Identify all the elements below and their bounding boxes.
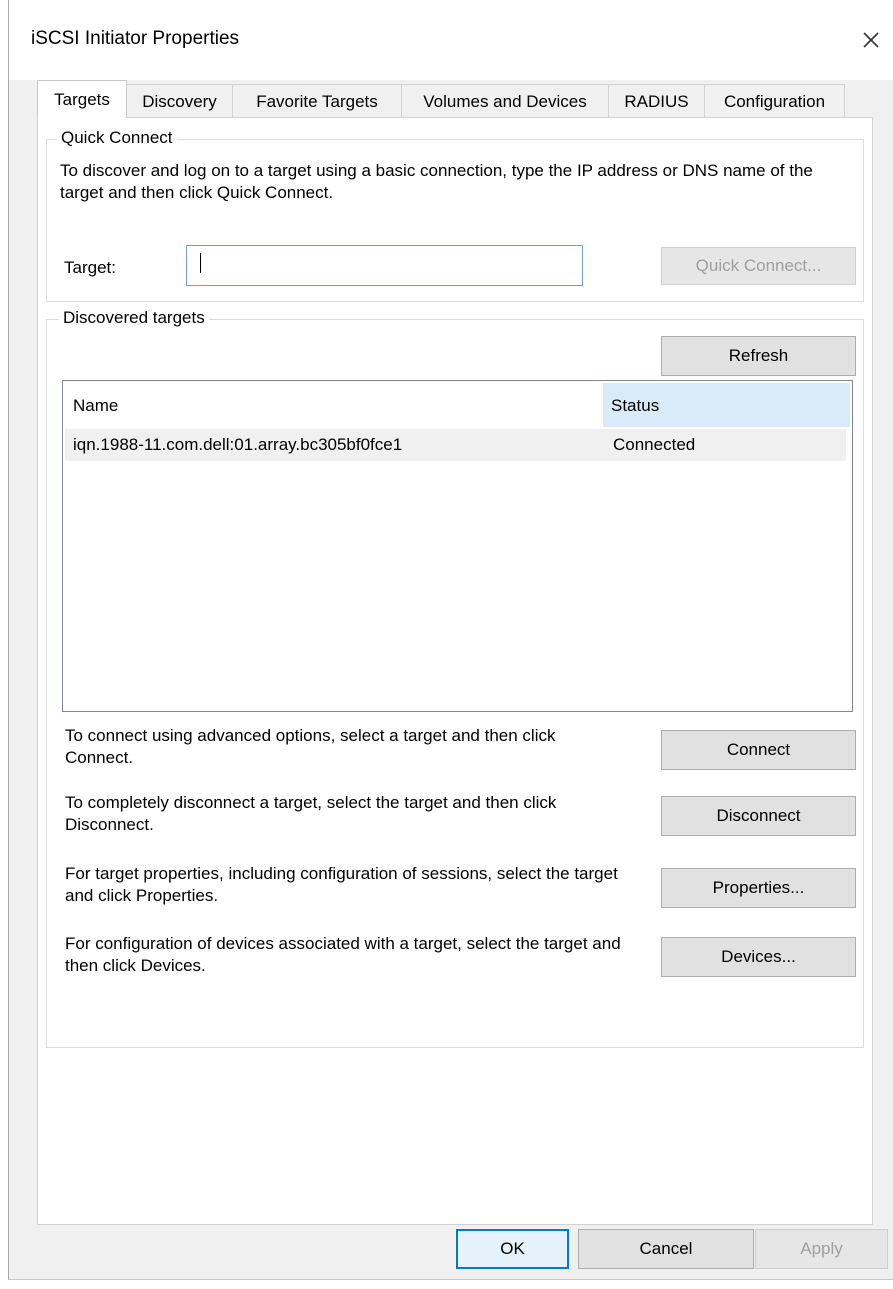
properties-button[interactable]: Properties... [661, 868, 856, 908]
apply-button[interactable]: Apply [755, 1229, 888, 1269]
disconnect-button[interactable]: Disconnect [661, 796, 856, 836]
refresh-button[interactable]: Refresh [661, 336, 856, 376]
column-header-status[interactable]: Status [603, 383, 850, 427]
disconnect-instructions: To completely disconnect a target, selec… [65, 793, 557, 834]
devices-instructions: For configuration of devices associated … [65, 934, 621, 975]
tab-volumes-and-devices[interactable]: Volumes and Devices [401, 84, 609, 117]
window-title: iSCSI Initiator Properties [31, 28, 240, 49]
tab-discovery[interactable]: Discovery [126, 84, 233, 117]
quick-connect-instructions: To discover and log on to a target using… [60, 161, 813, 202]
text-caret [200, 253, 201, 273]
target-status-cell: Connected [613, 435, 696, 454]
cancel-button[interactable]: Cancel [578, 1229, 754, 1269]
close-button[interactable] [853, 22, 889, 58]
target-input-wrapper [186, 245, 583, 286]
target-input[interactable] [186, 245, 583, 286]
tab-radius[interactable]: RADIUS [608, 84, 705, 117]
target-label: Target: [64, 258, 116, 277]
tab-targets[interactable]: Targets [37, 80, 127, 118]
quick-connect-group-label: Quick Connect [57, 128, 177, 148]
discovered-targets-group-label: Discovered targets [59, 308, 209, 328]
properties-instructions: For target properties, including configu… [65, 864, 618, 905]
discovered-targets-group: Discovered targets Refresh Name Status i… [46, 308, 864, 1048]
tab-panel-targets: Quick Connect To discover and log on to … [37, 117, 873, 1225]
tab-favorite-targets[interactable]: Favorite Targets [232, 84, 402, 117]
targets-list[interactable]: Name Status iqn.1988-11.com.dell:01.arra… [62, 380, 853, 712]
table-row[interactable]: iqn.1988-11.com.dell:01.array.bc305bf0fc… [65, 429, 846, 461]
quick-connect-group: Quick Connect To discover and log on to … [46, 128, 864, 302]
connect-button[interactable]: Connect [661, 730, 856, 770]
connect-instructions: To connect using advanced options, selec… [65, 726, 556, 767]
close-icon [863, 32, 879, 48]
quick-connect-button[interactable]: Quick Connect... [661, 247, 856, 285]
dialog-window: iSCSI Initiator Properties Targets Disco… [8, 0, 893, 1280]
target-name-cell: iqn.1988-11.com.dell:01.array.bc305bf0fc… [73, 435, 403, 454]
title-bar: iSCSI Initiator Properties [9, 0, 893, 80]
devices-button[interactable]: Devices... [661, 937, 856, 977]
ok-button[interactable]: OK [456, 1229, 569, 1269]
column-header-name[interactable]: Name [65, 383, 603, 427]
tab-configuration[interactable]: Configuration [704, 84, 845, 117]
